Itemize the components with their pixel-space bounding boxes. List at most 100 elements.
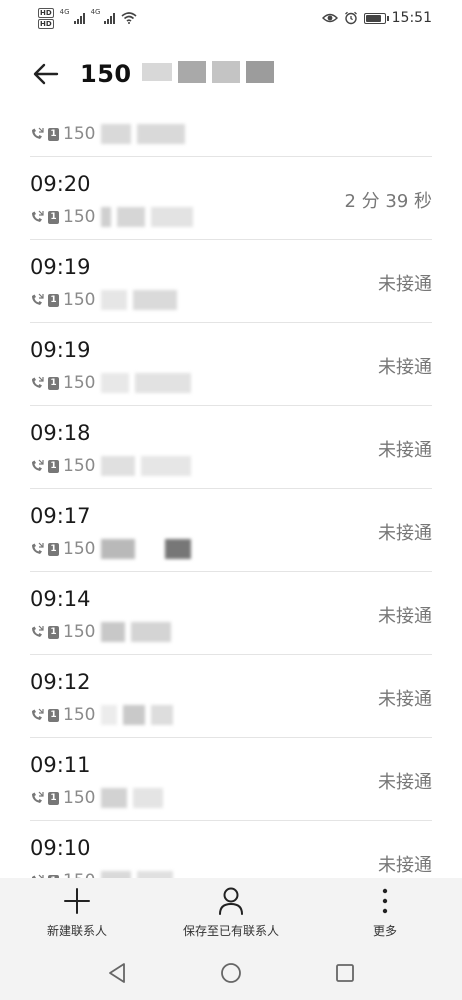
- more-vertical-icon: [370, 886, 400, 916]
- call-status: 未接通: [378, 606, 432, 627]
- redacted-number: [101, 373, 192, 393]
- call-time: 09:14: [30, 587, 91, 611]
- call-status: 2 分 39 秒: [344, 191, 432, 212]
- call-log-row[interactable]: 09:19 1 150 未接通: [0, 323, 462, 406]
- number-prefix: 150: [63, 622, 96, 642]
- call-status: 未接通: [378, 274, 432, 295]
- call-detail: 1 150: [30, 290, 178, 310]
- save-to-existing-contact-label: 保存至已有联系人: [182, 923, 279, 938]
- sim-icon: 1: [48, 293, 59, 307]
- number-prefix: 150: [63, 124, 96, 144]
- new-contact-label: 新建联系人: [46, 923, 107, 938]
- call-log-row[interactable]: 09:12 1 150 未接通: [0, 655, 462, 738]
- call-log-list[interactable]: 1 150 09:20 1 150 2 分 39 秒 09:19 1 150 未接通 09:19…: [0, 100, 462, 878]
- save-to-existing-contact-button[interactable]: 保存至已有联系人: [161, 886, 301, 939]
- call-status: 未接通: [378, 440, 432, 461]
- more-label: 更多: [372, 923, 397, 938]
- redacted-number: [101, 290, 178, 310]
- outgoing-call-icon: [32, 542, 44, 554]
- person-icon: [216, 886, 246, 916]
- number-prefix: 150: [63, 539, 96, 559]
- call-status: 未接通: [378, 772, 432, 793]
- nav-home-icon: [221, 963, 241, 983]
- status-bar: HD HD 4G 4G 15:51: [0, 0, 462, 36]
- nav-home-button[interactable]: [216, 958, 246, 988]
- call-time: 09:17: [30, 504, 91, 528]
- sim-icon: 1: [48, 376, 59, 390]
- network-type-2: 4G: [90, 7, 101, 16]
- outgoing-call-icon: [32, 459, 44, 471]
- call-log-row-partial[interactable]: 1 150: [0, 100, 462, 157]
- redacted-number: [101, 539, 192, 559]
- network-type-1: 4G: [59, 7, 70, 16]
- call-detail: 1 150: [30, 788, 164, 808]
- call-log-row[interactable]: 09:14 1 150 未接通: [0, 572, 462, 655]
- number-prefix: 150: [63, 705, 96, 725]
- call-log-row[interactable]: 09:10 1150 未接通: [0, 821, 462, 878]
- call-status: 未接通: [378, 357, 432, 378]
- alarm-icon: [344, 11, 357, 25]
- outgoing-call-icon: [32, 293, 44, 305]
- sim-icon: 1: [48, 127, 59, 141]
- call-detail: 1 150: [30, 124, 186, 144]
- call-log-row[interactable]: 09:20 1 150 2 分 39 秒: [0, 157, 462, 240]
- call-status: 未接通: [378, 689, 432, 710]
- redacted-number: [101, 207, 194, 227]
- number-prefix: 150: [63, 788, 96, 808]
- outgoing-call-icon: [32, 708, 44, 720]
- number-prefix: 150: [63, 290, 96, 310]
- hd-badge-1: HD: [38, 7, 54, 18]
- call-status: 未接通: [378, 523, 432, 544]
- new-contact-button[interactable]: 新建联系人: [7, 886, 147, 939]
- number-prefix: 150: [63, 871, 95, 878]
- call-time: 09:10: [30, 836, 91, 860]
- number-prefix: 150: [63, 373, 96, 393]
- number-prefix: 150: [63, 456, 96, 476]
- call-time: 09:11: [30, 753, 91, 777]
- nav-back-button[interactable]: [102, 958, 132, 988]
- call-time: 09:19: [30, 338, 91, 362]
- call-log-row[interactable]: 09:17 1 150 未接通: [0, 489, 462, 572]
- clock: 15:51: [391, 10, 432, 26]
- outgoing-call-icon: [32, 376, 44, 388]
- signal-icon-2: [104, 12, 116, 24]
- call-status: 未接通: [378, 855, 432, 876]
- redacted-number: [101, 622, 172, 642]
- sim-icon: 1: [48, 625, 59, 639]
- call-log-row[interactable]: 09:11 1 150 未接通: [0, 738, 462, 821]
- nav-recents-button[interactable]: [330, 958, 360, 988]
- redacted-number: [101, 124, 186, 144]
- hd-indicators: HD HD: [38, 7, 54, 29]
- plus-icon: [62, 886, 92, 916]
- sim-icon: 1: [48, 210, 59, 224]
- outgoing-call-icon: [32, 127, 44, 139]
- system-nav-bar: [0, 946, 462, 1000]
- call-detail: 1 150: [30, 622, 172, 642]
- battery-icon: [363, 12, 389, 24]
- number-prefix: 150: [63, 207, 96, 227]
- outgoing-call-icon: [32, 791, 44, 803]
- wifi-icon: [121, 12, 137, 24]
- outgoing-call-icon: [32, 625, 44, 637]
- status-left: HD HD 4G 4G: [38, 7, 137, 29]
- more-button[interactable]: 更多: [315, 886, 455, 939]
- sim-icon: 1: [48, 459, 59, 473]
- back-button[interactable]: [30, 58, 62, 90]
- redacted-number: [101, 705, 174, 725]
- page-title: 150: [80, 60, 132, 88]
- hd-badge-2: HD: [38, 18, 54, 29]
- status-right: 15:51: [321, 10, 432, 26]
- redacted-number: [141, 59, 282, 89]
- call-time: 09:19: [30, 255, 91, 279]
- call-log-row[interactable]: 09:19 1 150 未接通: [0, 240, 462, 323]
- call-detail: 1 150: [30, 207, 194, 227]
- eye-comfort-icon: [321, 13, 338, 23]
- nav-recents-icon: [336, 964, 354, 982]
- call-detail: 1150: [30, 871, 174, 878]
- redacted-number: [101, 871, 174, 878]
- call-log-row[interactable]: 09:18 1 150 未接通: [0, 406, 462, 489]
- sim-icon: 1: [48, 708, 59, 722]
- sim-icon: 1: [48, 791, 59, 805]
- call-detail: 1 150: [30, 456, 192, 476]
- outgoing-call-icon: [32, 210, 44, 222]
